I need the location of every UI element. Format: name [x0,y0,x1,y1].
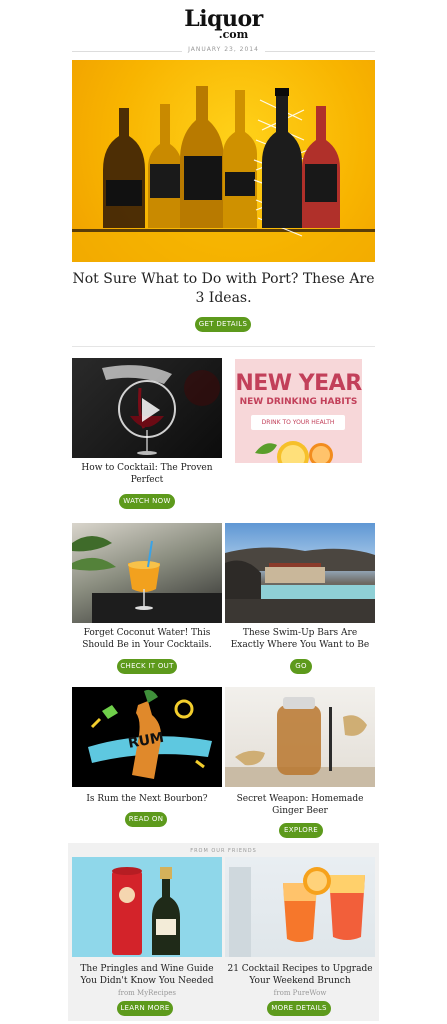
ginger-jar-image [225,697,375,787]
watch-now-button[interactable]: WATCH NOW [119,494,175,509]
coconut-cocktail-image[interactable] [72,523,222,623]
article-caption[interactable]: Is Rum the Next Bourbon? [72,793,222,805]
source-credit: from PureWow [273,989,327,997]
hero-image[interactable] [72,60,375,262]
article-caption[interactable]: How to Cocktail: The Proven Perfect [72,462,222,486]
explore-button[interactable]: EXPLORE [279,823,323,838]
section-divider [72,346,375,347]
ginger-beer-image[interactable] [225,687,375,787]
play-icon[interactable] [118,380,176,438]
bottles-illustration [72,86,375,262]
get-details-button[interactable]: GET DETAILS [195,317,251,332]
section-label: FROM OUR FRIENDS [190,848,257,854]
article-caption[interactable]: Secret Weapon: Homemade Ginger Beer [225,793,375,817]
swim-up-bar-image[interactable] [225,523,375,623]
liquor-logo[interactable]: Liquor .com [0,8,447,40]
play-triangle-icon [142,398,160,422]
tequila-sunrise-glasses-image [229,867,365,957]
learn-more-button[interactable]: LEARN MORE [117,1001,173,1016]
article-caption[interactable]: Forget Coconut Water! This Should Be in … [72,627,222,651]
rum-illustration[interactable]: RUM [72,687,222,787]
date-bar: JANUARY 23, 2014 [72,46,375,56]
divider-line [265,51,375,52]
new-year-ad[interactable]: NEW YEAR NEW DRINKING HABITS DRINK TO YO… [235,359,362,463]
cocktail-glass-image [72,536,222,623]
pringles-and-wine-image [112,867,180,955]
article-caption[interactable]: 21 Cocktail Recipes to Upgrade Your Week… [225,963,375,987]
more-details-button[interactable]: MORE DETAILS [267,1001,331,1016]
logo-domain: .com [218,28,249,41]
read-on-button[interactable]: READ ON [125,812,167,827]
pringles-wine-image[interactable] [72,857,222,957]
hero-headline[interactable]: Not Sure What to Do with Port? These Are… [72,270,375,308]
video-thumbnail[interactable] [72,358,222,458]
article-caption[interactable]: These Swim-Up Bars Are Exactly Where You… [225,627,375,651]
brunch-cocktails-image[interactable] [225,857,375,957]
article-caption[interactable]: The Pringles and Wine Guide You Didn't K… [72,963,222,987]
source-credit: from MyRecipes [118,989,176,997]
go-button[interactable]: GO [290,659,312,674]
pool-bar-image [225,547,375,623]
logo-text: Liquor [184,6,263,32]
check-it-out-button[interactable]: CHECK IT OUT [117,659,177,674]
from-our-friends-section: FROM OUR FRIENDS The Pringles and Wine G… [68,843,379,1021]
email-body: Liquor .com JANUARY 23, 2014 Not Sure Wh… [0,0,447,1024]
lemon-slices-icon [255,441,333,463]
